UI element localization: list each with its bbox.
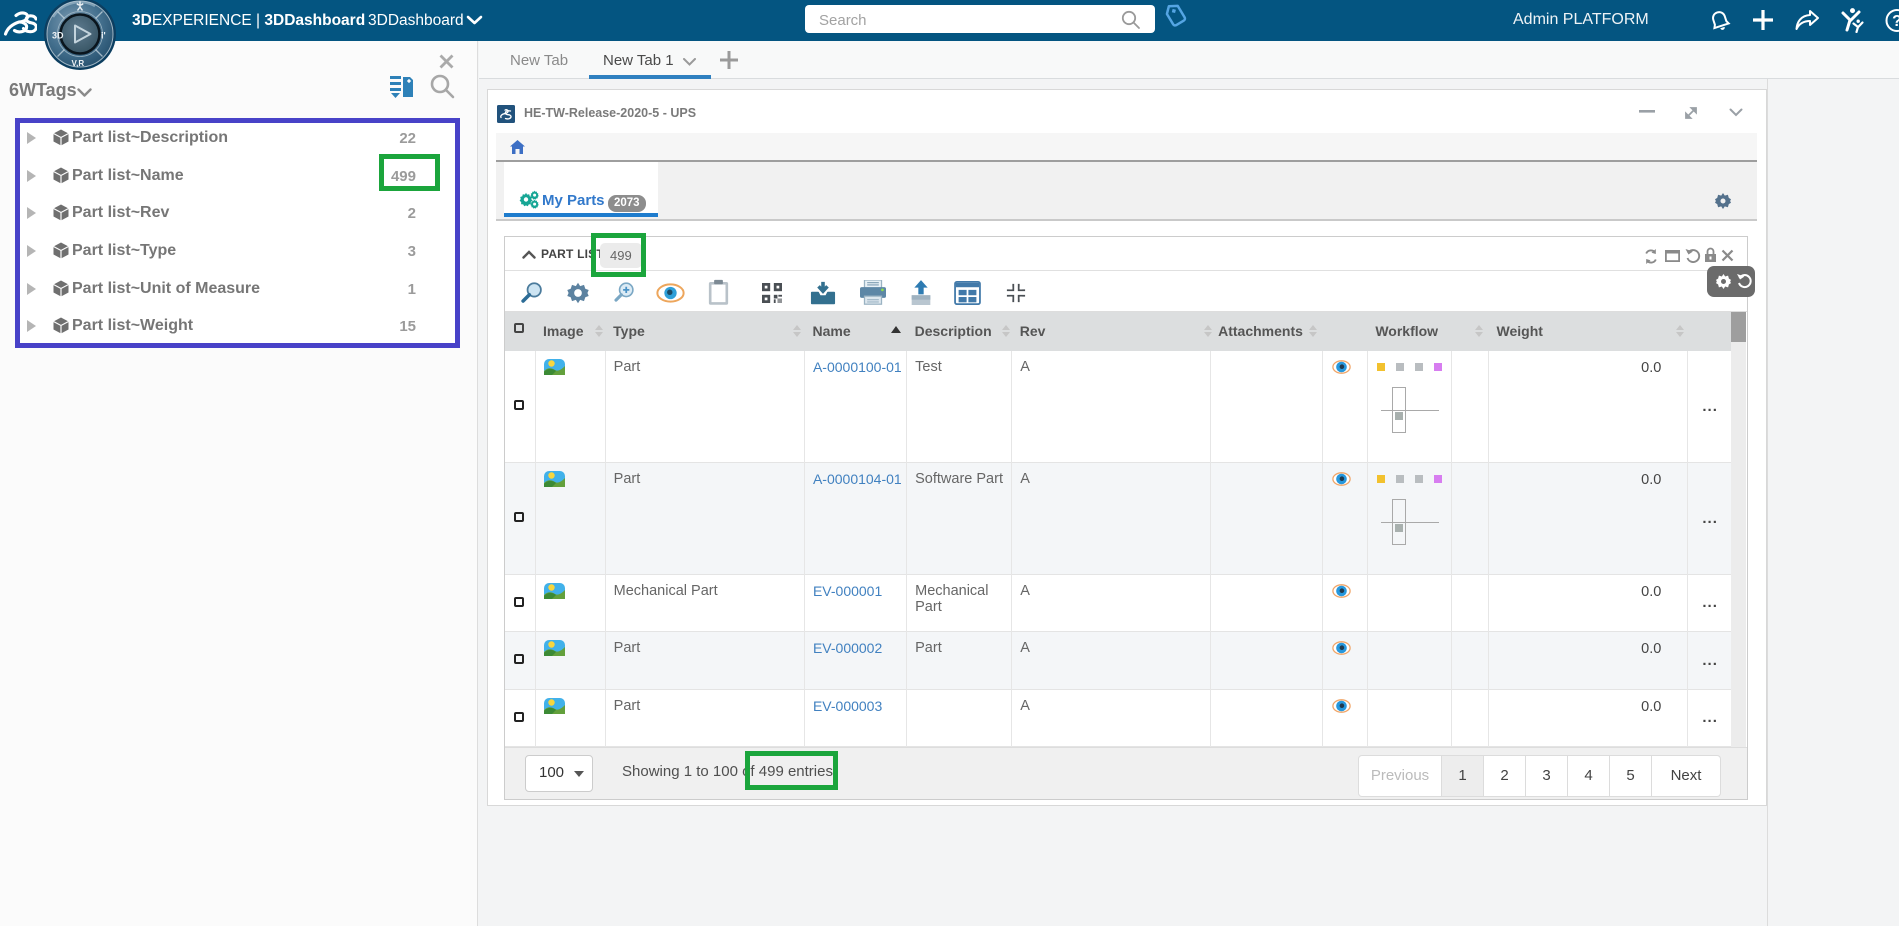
svg-text:i': i' (101, 31, 106, 41)
svg-text:3D: 3D (52, 31, 64, 41)
svg-text:V,R: V,R (72, 59, 85, 68)
svg-text:?: ? (1892, 13, 1899, 30)
